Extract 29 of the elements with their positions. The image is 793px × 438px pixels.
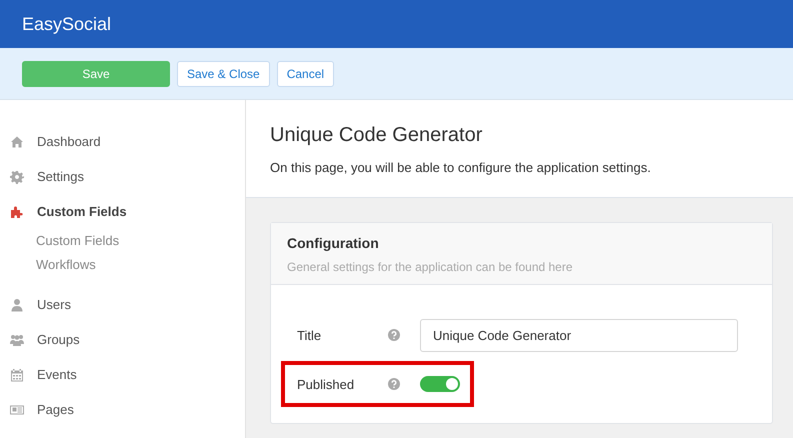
field-label: Published xyxy=(297,376,356,392)
sidebar-item[interactable]: Settings xyxy=(0,159,245,194)
sidebar-item[interactable]: Events xyxy=(0,357,245,392)
newspaper-icon xyxy=(10,402,24,416)
group-icon xyxy=(10,332,24,346)
sidebar-subitem[interactable]: Workflows xyxy=(36,253,245,277)
sidebar-item[interactable]: Users xyxy=(0,287,245,322)
sidebar-item[interactable]: Custom Fields xyxy=(0,194,245,229)
page-title: Unique Code Generator xyxy=(270,124,484,147)
panel-title: Configuration xyxy=(287,235,380,251)
user-icon xyxy=(10,298,24,312)
puzzle-icon xyxy=(10,204,24,218)
home-icon xyxy=(10,134,24,148)
sidebar-item[interactable]: Groups xyxy=(0,322,245,357)
panel-subtitle: General settings for the application can be found here xyxy=(287,260,574,274)
title-input-field[interactable]: Unique Code Generator xyxy=(420,318,738,352)
page-description: On this page, you will be able to configure the application settings. xyxy=(270,160,652,175)
settings-icon xyxy=(10,170,24,184)
published-toggle[interactable] xyxy=(420,376,460,392)
help-icon[interactable] xyxy=(388,329,400,341)
help-icon[interactable] xyxy=(388,378,400,390)
toolbar-button[interactable]: Save & Close xyxy=(177,60,270,86)
toolbar-button[interactable]: Cancel xyxy=(276,60,334,86)
field-label: Title xyxy=(297,328,322,342)
app-title: EasySocial xyxy=(22,14,112,34)
sidebar-item[interactable]: Dashboard xyxy=(0,124,245,159)
calendar-icon xyxy=(10,368,24,382)
sidebar-subitem[interactable]: Custom Fields xyxy=(36,229,245,253)
sidebar-item[interactable]: Pages xyxy=(0,392,245,427)
